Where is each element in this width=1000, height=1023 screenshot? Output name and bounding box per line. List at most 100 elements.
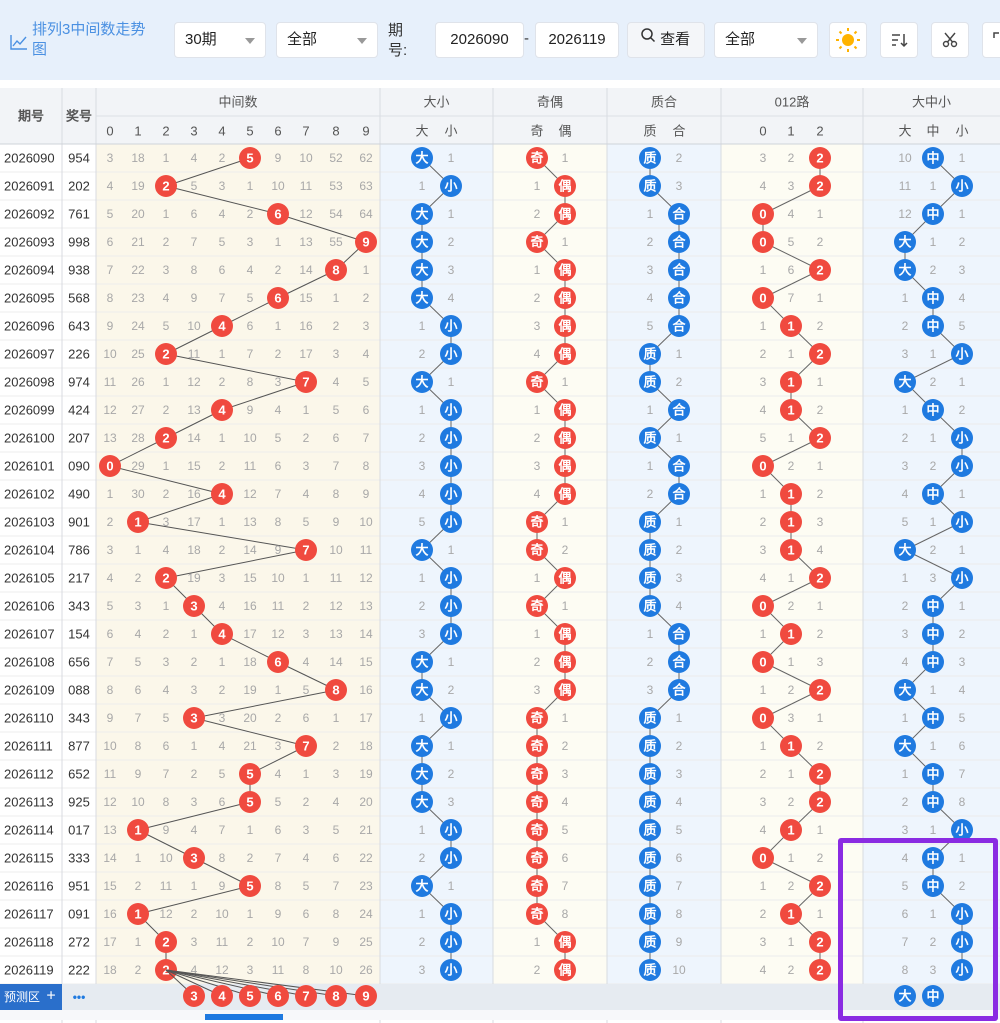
sub-header: 质 <box>643 124 656 139</box>
mid-miss-count: 4 <box>219 739 226 753</box>
row-issue: 2026090 <box>4 151 55 166</box>
r012-miss-count: 1 <box>760 683 767 697</box>
bms-ball-label: 中 <box>926 655 939 670</box>
oe-ball-label: 奇 <box>530 235 543 250</box>
mid-miss-count: 18 <box>103 963 117 977</box>
oe-ball-label: 奇 <box>530 823 543 838</box>
mid-ball-label: 8 <box>332 683 339 698</box>
mid-miss-count: 12 <box>359 571 373 585</box>
filter-select-1[interactable]: 全部 <box>276 22 378 58</box>
mid-miss-count: 19 <box>243 683 257 697</box>
mid-miss-count: 1 <box>363 263 370 277</box>
query-button[interactable]: 查看 <box>627 22 705 58</box>
row-prize: 652 <box>68 767 90 782</box>
oe-ball-label: 偶 <box>558 487 571 502</box>
sub-header: 小 <box>444 124 457 139</box>
row-issue: 2026114 <box>4 823 54 838</box>
mid-miss-count: 30 <box>131 487 145 501</box>
bms-miss-count: 4 <box>959 683 966 697</box>
r012-miss-count: 2 <box>760 347 767 361</box>
row-prize: 643 <box>68 319 90 334</box>
mid-miss-count: 11 <box>244 459 257 473</box>
mid-miss-count: 20 <box>131 207 145 221</box>
r012-ball-label: 2 <box>816 683 823 698</box>
row-prize: 226 <box>68 347 90 362</box>
r012-miss-count: 6 <box>788 263 795 277</box>
expand-button[interactable] <box>982 22 1000 58</box>
bms-ball-label: 小 <box>955 459 968 474</box>
predict-mid-ball-label: 9 <box>362 989 369 1004</box>
mid-miss-count: 2 <box>163 403 170 417</box>
mid-miss-count: 18 <box>243 655 257 669</box>
bms-ball-label: 中 <box>926 795 939 810</box>
mid-miss-count: 9 <box>135 767 142 781</box>
r012-ball-label: 1 <box>787 739 794 754</box>
sub-header: 偶 <box>558 124 571 139</box>
pc-ball-label: 合 <box>672 207 686 222</box>
bs-miss-count: 1 <box>448 879 455 893</box>
tools-button[interactable] <box>931 22 969 58</box>
row-prize: 154 <box>68 627 90 642</box>
oe-miss-count: 1 <box>534 627 541 641</box>
r012-miss-count: 2 <box>817 319 824 333</box>
mid-miss-count: 8 <box>247 375 254 389</box>
predict-bms-ball-label: 中 <box>926 989 939 1004</box>
mid-miss-count: 2 <box>363 291 370 305</box>
mid-ball-label: 4 <box>218 627 226 642</box>
bms-ball-label: 中 <box>926 151 939 166</box>
bms-miss-count: 3 <box>930 571 937 585</box>
mid-ball-label: 3 <box>190 599 197 614</box>
pc-ball-label: 质 <box>643 151 656 166</box>
sort-button[interactable] <box>880 22 918 58</box>
mid-miss-count: 15 <box>243 571 257 585</box>
mid-miss-count: 11 <box>272 963 285 977</box>
mid-miss-count: 9 <box>163 823 170 837</box>
mid-miss-count: 12 <box>215 963 229 977</box>
bms-miss-count: 2 <box>902 599 909 613</box>
mid-miss-count: 20 <box>243 711 257 725</box>
r012-miss-count: 2 <box>788 683 795 697</box>
r012-miss-count: 1 <box>788 347 795 361</box>
mid-miss-count: 3 <box>191 935 198 949</box>
mid-miss-count: 3 <box>163 655 170 669</box>
oe-miss-count: 4 <box>534 347 541 361</box>
mid-miss-count: 8 <box>191 263 198 277</box>
bs-miss-count: 1 <box>448 739 455 753</box>
mid-miss-count: 23 <box>359 879 373 893</box>
sub-header: 5 <box>246 124 253 139</box>
mid-miss-count: 25 <box>359 935 373 949</box>
period-count-select[interactable]: 30期 <box>174 22 266 58</box>
mid-miss-count: 7 <box>363 431 370 445</box>
pc-ball-label: 质 <box>643 515 656 530</box>
pc-miss-count: 1 <box>647 207 654 221</box>
issue-to-input[interactable]: 2026119 <box>535 22 619 58</box>
oe-ball-label: 偶 <box>558 403 571 418</box>
mid-miss-count: 4 <box>333 795 340 809</box>
mid-miss-count: 10 <box>271 179 285 193</box>
mid-miss-count: 6 <box>135 683 142 697</box>
row-prize: 951 <box>68 879 90 894</box>
bs-ball-label: 大 <box>415 767 428 782</box>
mid-miss-count: 7 <box>135 711 142 725</box>
page-title[interactable]: 排列3中间数走势图 <box>8 20 158 64</box>
oe-miss-count: 2 <box>562 739 569 753</box>
issue-from-input[interactable]: 2026090 <box>435 22 524 58</box>
r012-miss-count: 1 <box>788 935 795 949</box>
filter-2-value: 全部 <box>725 31 756 48</box>
oe-miss-count: 2 <box>562 543 569 557</box>
mid-miss-count: 3 <box>275 739 282 753</box>
mid-miss-count: 19 <box>187 571 201 585</box>
mid-ball-label: 6 <box>274 291 281 306</box>
r012-miss-count: 1 <box>788 851 795 865</box>
predict-mid-ball-label: 4 <box>218 989 226 1004</box>
pc-ball-label: 合 <box>672 655 686 670</box>
theme-toggle-button[interactable] <box>829 22 867 58</box>
mid-miss-count: 12 <box>271 627 285 641</box>
filter-select-2[interactable]: 全部 <box>714 22 818 58</box>
bs-ball-label: 小 <box>444 599 457 614</box>
mid-miss-count: 9 <box>275 151 282 165</box>
r012-miss-count: 2 <box>788 151 795 165</box>
r012-miss-count: 4 <box>760 179 767 193</box>
sub-header: 中 <box>926 124 939 139</box>
oe-miss-count: 1 <box>562 515 569 529</box>
